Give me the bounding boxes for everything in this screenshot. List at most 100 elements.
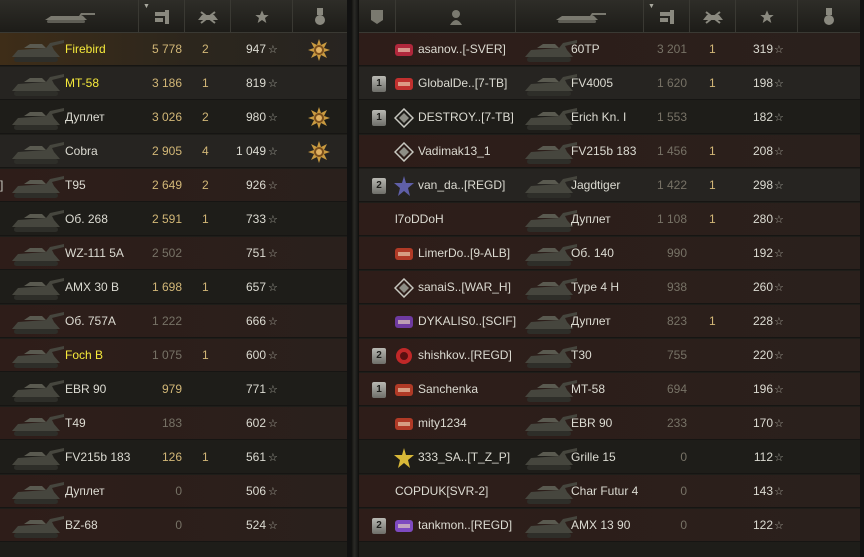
- vehicle-name[interactable]: Об. 140: [571, 237, 651, 270]
- table-row[interactable]: T49 183 602 ☆: [0, 407, 351, 440]
- player-name[interactable]: GlobalDe..[7-TB]: [418, 67, 528, 100]
- vehicle-name[interactable]: 60TP: [571, 33, 651, 66]
- table-row[interactable]: Дуплет 0 506 ☆: [0, 475, 351, 508]
- platoon-badge: 2: [372, 178, 386, 194]
- player-name[interactable]: l7oDDoH: [395, 203, 505, 236]
- table-row[interactable]: 2 shishkov..[REGD] T30 755 220 ☆: [359, 339, 864, 372]
- xp-value: 280: [731, 203, 773, 236]
- vehicle-name-text: AMX 30 B: [65, 280, 120, 294]
- table-row[interactable]: AMX 30 B 1 698 1 657 ☆: [0, 271, 351, 304]
- vehicle-name-text: FV4005: [571, 76, 614, 90]
- table-row[interactable]: l7oDDoH Дуплет 1 108 1 280 ☆: [359, 203, 864, 236]
- xp-star-cell: ☆: [268, 237, 284, 270]
- xp-star-cell: ☆: [774, 475, 790, 508]
- player-name[interactable]: mity1234: [418, 407, 528, 440]
- xp-column-header[interactable]: [735, 0, 797, 33]
- vehicle-name[interactable]: FV4005: [571, 67, 651, 100]
- table-row[interactable]: EBR 90 979 771 ☆: [0, 373, 351, 406]
- vehicle-name[interactable]: AMX 13 90: [571, 509, 651, 542]
- table-row[interactable]: Vadimak13_1 FV215b 183 1 456 1 208 ☆: [359, 135, 864, 168]
- vehicle-name[interactable]: Grille 15: [571, 441, 651, 474]
- table-row[interactable]: 2 van_da..[REGD] Jagdtiger 1 422 1 298 ☆: [359, 169, 864, 202]
- table-row[interactable]: BZ-68 0 524 ☆: [0, 509, 351, 542]
- player-name[interactable]: DYKALIS0..[SCIF]: [418, 305, 528, 338]
- table-row[interactable]: 1 DESTROY..[7-TB] Erich Kn. I 1 553 182 ☆: [359, 101, 864, 134]
- table-row[interactable]: MT-58 3 186 1 819 ☆: [0, 67, 351, 100]
- table-row[interactable]: 2 tankmon..[REGD] AMX 13 90 0 122 ☆: [359, 509, 864, 542]
- table-row[interactable]: LimerDo..[9-ALB] Об. 140 990 192 ☆: [359, 237, 864, 270]
- medal-column-header[interactable]: [292, 0, 347, 33]
- player-name[interactable]: DESTROY..[7-TB]: [418, 101, 528, 134]
- table-row[interactable]: ] T95 2 649 2 926 ☆: [0, 169, 351, 202]
- medal-column-header[interactable]: [797, 0, 860, 33]
- xp-value-text: 196: [752, 382, 773, 396]
- medal-icon[interactable]: [308, 107, 330, 129]
- xp-star-cell: ☆: [268, 67, 284, 100]
- player-name[interactable]: COPDUK[SVR-2]: [395, 475, 505, 508]
- vehicle-name[interactable]: Jagdtiger: [571, 169, 651, 202]
- table-row[interactable]: Об. 268 2 591 1 733 ☆: [0, 203, 351, 236]
- table-row[interactable]: sanaiS..[WAR_H] Type 4 H 938 260 ☆: [359, 271, 864, 304]
- player-name[interactable]: tankmon..[REGD]: [418, 509, 528, 542]
- damage-value: 1 553: [643, 101, 687, 134]
- xp-column-header[interactable]: [230, 0, 292, 33]
- medal-icon[interactable]: [308, 141, 330, 163]
- vehicle-name-text: WZ-111 5A: [65, 246, 124, 260]
- table-row[interactable]: FV215b 183 126 1 561 ☆: [0, 441, 351, 474]
- table-row[interactable]: mity1234 EBR 90 233 170 ☆: [359, 407, 864, 440]
- kills-column-header[interactable]: [689, 0, 735, 33]
- table-row[interactable]: DYKALIS0..[SCIF] Дуплет 823 1 228 ☆: [359, 305, 864, 338]
- xp-star-cell: ☆: [268, 339, 284, 372]
- table-row[interactable]: 1 Sanchenka MT-58 694 196 ☆: [359, 373, 864, 406]
- player-name[interactable]: LimerDo..[9-ALB]: [418, 237, 528, 270]
- xp-value: 524: [220, 509, 266, 542]
- player-name[interactable]: sanaiS..[WAR_H]: [418, 271, 528, 304]
- kills-value-text: 1: [709, 144, 716, 158]
- tank-column-header[interactable]: [515, 0, 643, 33]
- tank-column-header[interactable]: [0, 0, 138, 33]
- vehicle-name[interactable]: T30: [571, 339, 651, 372]
- player-name[interactable]: shishkov..[REGD]: [418, 339, 528, 372]
- vehicle-name-text: Дуплет: [65, 110, 105, 124]
- player-name[interactable]: van_da..[REGD]: [418, 169, 528, 202]
- table-row[interactable]: Дуплет 3 026 2 980 ☆: [0, 101, 351, 134]
- damage-column-header[interactable]: ▼: [138, 0, 184, 33]
- medal-icon[interactable]: [308, 39, 330, 61]
- vehicle-name[interactable]: FV215b 183: [571, 135, 651, 168]
- vehicle-name[interactable]: MT-58: [571, 373, 651, 406]
- table-row[interactable]: Об. 757А 1 222 666 ☆: [0, 305, 351, 338]
- vehicle-name[interactable]: Type 4 H: [571, 271, 651, 304]
- vehicle-name[interactable]: Char Futur 4: [571, 475, 651, 508]
- table-row[interactable]: asanov..[-SVER] 60TP 3 201 1 319 ☆: [359, 33, 864, 66]
- xp-star-icon: ☆: [268, 350, 278, 362]
- damage-value: 0: [643, 509, 687, 542]
- xp-star-cell: ☆: [774, 135, 790, 168]
- table-row[interactable]: WZ-111 5A 2 502 751 ☆: [0, 237, 351, 270]
- damage-column-header[interactable]: ▼: [643, 0, 689, 33]
- xp-value: 666: [220, 305, 266, 338]
- table-row[interactable]: COPDUK[SVR-2] Char Futur 4 0 143 ☆: [359, 475, 864, 508]
- platoon-column-header[interactable]: [359, 0, 395, 33]
- player-name[interactable]: asanov..[-SVER]: [418, 33, 528, 66]
- table-row[interactable]: Cobra 2 905 4 1 049 ☆: [0, 135, 351, 168]
- xp-value: 220: [731, 339, 773, 372]
- vehicle-name[interactable]: Дуплет: [571, 305, 651, 338]
- vehicle-name[interactable]: Дуплет: [571, 203, 651, 236]
- vehicle-image: [6, 101, 66, 134]
- vehicle-name[interactable]: EBR 90: [571, 407, 651, 440]
- vehicle-name[interactable]: Erich Kn. I: [571, 101, 651, 134]
- table-row[interactable]: Foch B 1 075 1 600 ☆: [0, 339, 351, 372]
- kills-value: 1: [709, 67, 729, 100]
- right-scrollbar[interactable]: [860, 0, 864, 557]
- player-name-text: asanov..[-SVER]: [418, 42, 506, 56]
- player-name[interactable]: 333_SA..[T_Z_P]: [418, 441, 528, 474]
- table-row[interactable]: Firebird 5 778 2 947 ☆: [0, 33, 351, 66]
- table-row[interactable]: 1 GlobalDe..[7-TB] FV4005 1 620 1 198 ☆: [359, 67, 864, 100]
- player-name[interactable]: Vadimak13_1: [418, 135, 528, 168]
- table-row[interactable]: 333_SA..[T_Z_P] Grille 15 0 112 ☆: [359, 441, 864, 474]
- damage-value-text: 2 649: [151, 178, 182, 192]
- kills-column-header[interactable]: [184, 0, 230, 33]
- player-name[interactable]: Sanchenka: [418, 373, 528, 406]
- player-column-header[interactable]: [395, 0, 515, 33]
- vehicle-name-text: 60TP: [571, 42, 600, 56]
